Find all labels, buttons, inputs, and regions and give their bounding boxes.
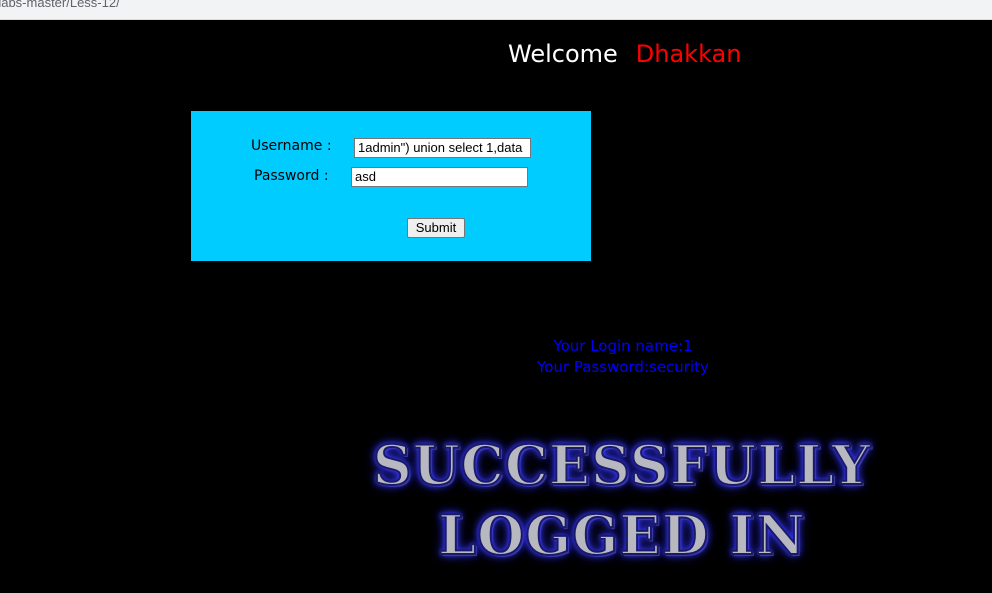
- success-banner-image: SUCCESSFULLY LOGGED IN: [322, 430, 922, 570]
- password-input[interactable]: asd: [351, 167, 528, 187]
- password-text: Your Password:security: [537, 358, 709, 376]
- login-name-text: Your Login name:1: [553, 337, 693, 355]
- banner-line-1: SUCCESSFULLY: [372, 432, 872, 498]
- page-content: Welcome Dhakkan Username : 1admin") union…: [0, 20, 992, 593]
- login-form: Username : 1admin") union select 1,data …: [191, 111, 591, 261]
- welcome-text: Welcome: [508, 40, 618, 68]
- password-label: Password :: [254, 168, 329, 184]
- login-result: Your Login name:1 Your Password:security: [498, 336, 748, 378]
- submit-button[interactable]: Submit: [407, 218, 465, 238]
- username-input[interactable]: 1admin") union select 1,data: [354, 138, 531, 158]
- url-text[interactable]: -labs-master/Less-12/: [0, 0, 120, 10]
- banner-line-2: LOGGED IN: [437, 502, 806, 568]
- address-bar[interactable]: -labs-master/Less-12/: [0, 0, 992, 20]
- user-name-text: Dhakkan: [635, 40, 742, 68]
- username-label: Username :: [251, 138, 332, 154]
- welcome-header: Welcome Dhakkan: [508, 40, 741, 68]
